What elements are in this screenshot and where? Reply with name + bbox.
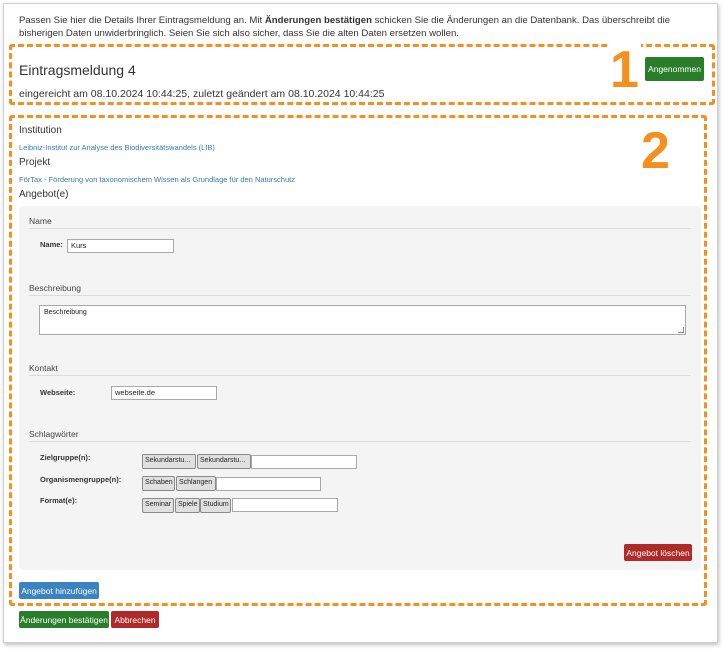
intro-text: Passen Sie hier die Details Ihrer Eintra… [19,15,671,39]
name-input[interactable]: Kurs [67,239,174,253]
resize-handle-icon[interactable] [678,327,684,333]
project-label: Projekt [19,157,51,168]
organism-group-label: Organismengruppe(n): [40,475,122,484]
callout-number-1: 1 [608,41,641,99]
cancel-button[interactable]: Abbrechen [111,611,159,628]
project-link[interactable]: FörTax - Förderung von taxonomischem Wis… [19,175,295,184]
format-tag[interactable]: Seminar [142,498,174,513]
format-tag[interactable]: Spiele [175,498,200,513]
target-group-tag[interactable]: Sekundarstu... [142,454,196,469]
website-field-label: Webseite: [40,388,76,397]
target-group-label: Zielgruppe(n): [40,453,91,462]
format-label: Format(e): [40,496,78,505]
name-field-label: Name: [40,240,63,249]
organism-group-input[interactable] [216,477,321,491]
description-section-title: Beschreibung [29,283,81,293]
format-tag[interactable]: Studium [200,498,231,513]
description-value: Beschreibung [44,309,87,316]
target-group-tag[interactable]: Sekundarstu... [197,454,251,469]
organism-group-tag[interactable]: Schaben [142,476,175,491]
entry-meta: eingereicht am 08.10.2024 10:44:25, zule… [19,88,385,100]
description-textarea[interactable]: Beschreibung [39,305,686,335]
confirm-changes-button[interactable]: Änderungen bestätigen [19,611,109,628]
offers-label: Angebot(e) [19,189,69,200]
status-accepted-button[interactable]: Angenommen [645,57,704,81]
website-input[interactable]: webseite.de [111,386,217,400]
contact-section-title: Kontakt [29,363,58,373]
divider [29,295,691,296]
name-section-title: Name [29,216,52,226]
divider [29,228,691,229]
institution-link[interactable]: Leibniz-Institut zur Analyse des Biodive… [19,143,215,152]
divider [29,441,691,442]
entry-title: Eintragsmeldung 4 [19,62,136,78]
delete-offer-button[interactable]: Angebot löschen [624,544,692,561]
target-group-input[interactable] [251,455,357,469]
callout-number-2: 2 [639,122,672,180]
add-offer-button[interactable]: Angebot hinzufügen [19,582,99,599]
organism-group-tag[interactable]: Schlangen [176,476,216,491]
keywords-section-title: Schlagwörter [29,429,79,439]
institution-label: Institution [19,125,62,136]
divider [29,375,691,376]
format-input[interactable] [232,498,338,512]
